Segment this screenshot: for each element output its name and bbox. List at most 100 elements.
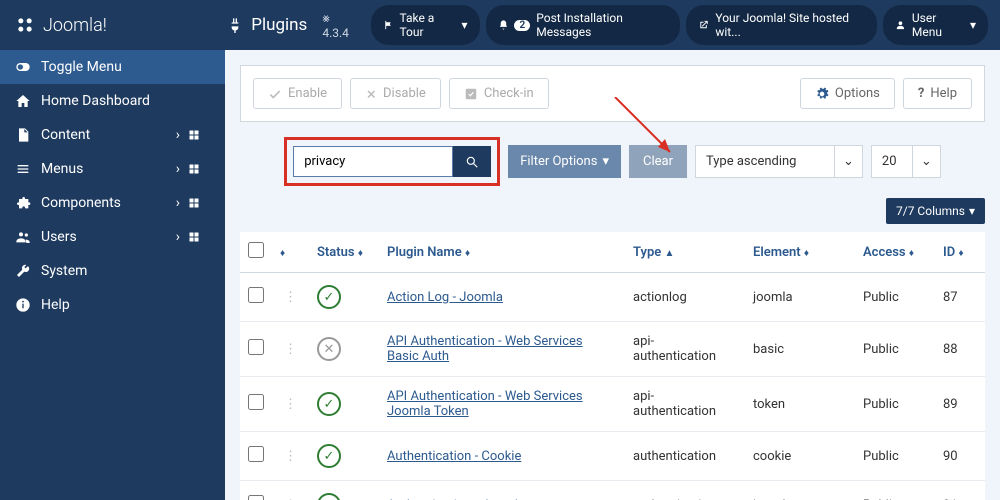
cell-element: token (745, 377, 855, 432)
chevron-down-icon: ▾ (969, 204, 975, 218)
home-icon (15, 93, 31, 109)
question-icon: ? (918, 86, 924, 101)
external-link-icon (698, 19, 709, 31)
status-enabled-icon[interactable]: ✓ (317, 493, 341, 500)
enable-button[interactable]: Enable (253, 78, 342, 109)
status-disabled-icon[interactable]: ✕ (317, 337, 341, 361)
limit-select[interactable]: 20 (871, 145, 913, 178)
limit-select-toggle[interactable]: ⌄ (913, 145, 941, 178)
status-enabled-icon[interactable]: ✓ (317, 444, 341, 468)
status-enabled-icon[interactable]: ✓ (317, 392, 341, 416)
chevron-down-icon: ⌄ (843, 154, 854, 169)
chevron-down-icon: ▾ (602, 154, 609, 169)
cell-id: 89 (935, 377, 985, 432)
brand-text: Joomla! (43, 15, 107, 36)
puzzle-icon (15, 195, 31, 211)
sidebar-toggle-menu[interactable]: Toggle Menu (0, 50, 225, 84)
sort-select-toggle[interactable]: ⌄ (835, 145, 863, 178)
row-checkbox[interactable] (248, 287, 264, 303)
sidebar-home[interactable]: Home Dashboard (0, 84, 225, 118)
cell-type: authentication (625, 481, 745, 500)
grid-icon[interactable] (188, 163, 200, 175)
grid-icon[interactable] (188, 197, 200, 209)
columns-toggle-button[interactable]: 7/7 Columns ▾ (886, 198, 985, 224)
checkbox-icon (464, 87, 478, 101)
row-checkbox[interactable] (248, 446, 264, 462)
plugin-name-link[interactable]: API Authentication - Web Services Basic … (387, 334, 583, 364)
wrench-icon (15, 263, 31, 279)
search-input[interactable] (293, 146, 453, 177)
toggle-icon (15, 59, 31, 75)
user-menu-button[interactable]: User Menu ▾ (883, 5, 988, 45)
cell-id: 87 (935, 273, 985, 322)
sort-icon[interactable]: ♦ (280, 248, 285, 259)
sidebar-users[interactable]: Users › (0, 220, 225, 254)
plugin-name-link[interactable]: Action Log - Joomla (387, 290, 503, 305)
user-icon (895, 19, 906, 31)
gear-icon (815, 87, 829, 101)
post-install-msgs-button[interactable]: 2 Post Installation Messages (486, 5, 681, 45)
col-id[interactable]: ID (943, 245, 955, 260)
status-enabled-icon[interactable]: ✓ (317, 285, 341, 309)
flag-icon (383, 19, 394, 31)
check-icon (268, 87, 282, 101)
grid-icon[interactable] (188, 129, 200, 141)
cell-id: 88 (935, 322, 985, 377)
row-checkbox[interactable] (248, 339, 264, 355)
table-row: ⋮ ✓ Action Log - Joomla actionlog joomla… (240, 273, 985, 322)
chevron-right-icon: › (176, 195, 180, 211)
cell-type: api-authentication (625, 377, 745, 432)
take-tour-button[interactable]: Take a Tour ▾ (371, 5, 480, 45)
sidebar-content[interactable]: Content › (0, 118, 225, 152)
cell-type: authentication (625, 432, 745, 481)
plug-icon (227, 17, 243, 33)
hosting-link[interactable]: Your Joomla! Site hosted wit... (686, 5, 877, 45)
col-access[interactable]: Access (863, 245, 906, 260)
row-reorder-handle[interactable]: ⋮ (280, 449, 301, 464)
options-button[interactable]: Options (800, 78, 895, 109)
disable-button[interactable]: Disable (350, 78, 441, 109)
clear-button[interactable]: Clear (629, 145, 687, 178)
filter-bar: Filter Options ▾ Clear Type ascending ⌄ … (240, 137, 985, 186)
checkin-button[interactable]: Check-in (449, 78, 549, 109)
row-reorder-handle[interactable]: ⋮ (280, 342, 301, 357)
row-reorder-handle[interactable]: ⋮ (280, 290, 301, 305)
cell-element: cookie (745, 432, 855, 481)
sidebar-help[interactable]: Help (0, 288, 225, 322)
select-all-checkbox[interactable] (248, 242, 264, 258)
page-title: Plugins (251, 15, 307, 35)
brand-logo: Joomla! (0, 15, 212, 36)
sidebar-components[interactable]: Components › (0, 186, 225, 220)
search-icon (465, 155, 479, 169)
col-status[interactable]: Status (317, 245, 355, 260)
col-element[interactable]: Element (753, 245, 801, 260)
search-button[interactable] (453, 146, 491, 177)
file-icon (15, 127, 31, 143)
col-type[interactable]: Type (633, 245, 661, 260)
filter-options-button[interactable]: Filter Options ▾ (508, 145, 621, 178)
row-reorder-handle[interactable]: ⋮ (280, 397, 301, 412)
grid-icon[interactable] (188, 231, 200, 243)
close-icon (365, 88, 377, 100)
bell-icon (498, 19, 509, 31)
sort-select[interactable]: Type ascending (695, 145, 835, 178)
sidebar-system[interactable]: System (0, 254, 225, 288)
col-name[interactable]: Plugin Name (387, 245, 462, 260)
plugin-name-link[interactable]: API Authentication - Web Services Joomla… (387, 389, 583, 419)
row-checkbox[interactable] (248, 495, 264, 500)
cell-access: Public (855, 322, 935, 377)
plugin-name-link[interactable]: Authentication - Cookie (387, 449, 521, 464)
help-button[interactable]: ? Help (903, 78, 972, 109)
cell-id: 91 (935, 481, 985, 500)
toolbar: Enable Disable Check-in Options ? Help (240, 65, 985, 122)
chevron-down-icon: ⌄ (921, 154, 932, 169)
info-icon (15, 297, 31, 313)
table-row: ⋮ ✓ Authentication - Joomla authenticati… (240, 481, 985, 500)
row-checkbox[interactable] (248, 394, 264, 410)
cell-access: Public (855, 432, 935, 481)
cell-type: api-authentication (625, 322, 745, 377)
search-highlight-box (284, 137, 500, 186)
chevron-down-icon: ▾ (462, 18, 468, 32)
table-row: ⋮ ✓ Authentication - Cookie authenticati… (240, 432, 985, 481)
sidebar-menus[interactable]: Menus › (0, 152, 225, 186)
